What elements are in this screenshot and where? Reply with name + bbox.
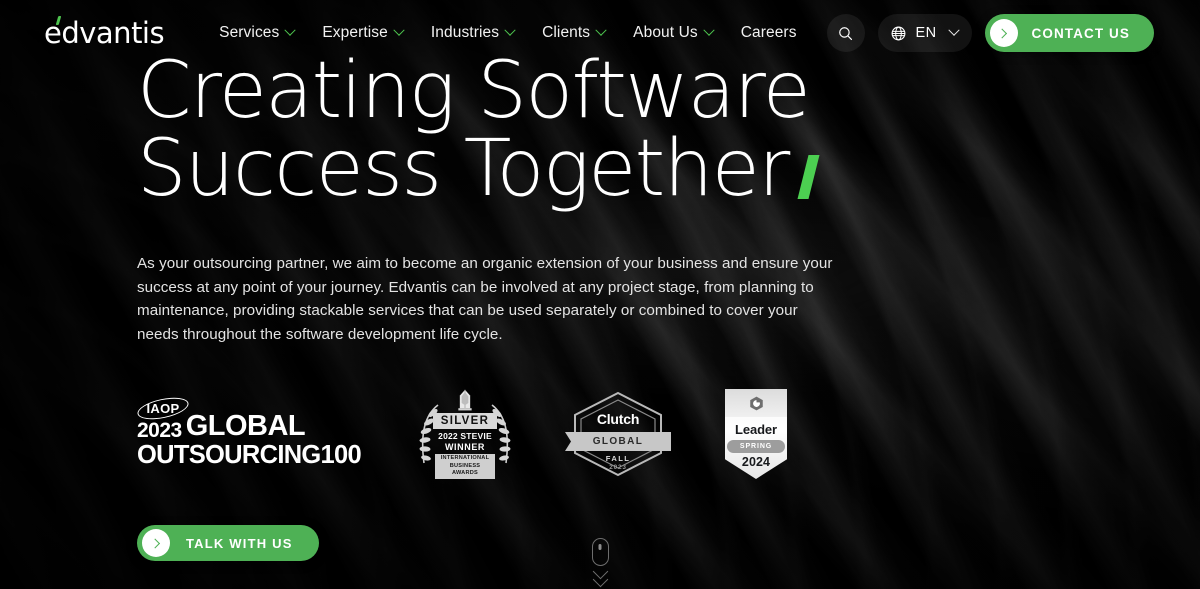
nav-label: Careers [740, 24, 797, 41]
badge-g2-leader: Leader SPRING 2024 [725, 389, 787, 479]
page-title: Creating Software Success Together [137, 52, 1200, 208]
g2-logo-icon [749, 396, 763, 410]
chevron-down-icon [504, 24, 516, 36]
hero-section: edvantis Services Expertise Industries C… [0, 0, 1200, 589]
badge-clutch-global: Clutch GLOBAL FALL 2023 [565, 390, 671, 478]
headline-line-2: Success Together [137, 124, 790, 214]
trophy-icon [458, 389, 472, 411]
chevron-down-icon [284, 24, 297, 36]
stevie-year: 2022 STEVIE [438, 431, 492, 442]
g2-season-label: SPRING [739, 443, 773, 450]
header-actions: EN CONTACT US [826, 14, 1154, 52]
language-code: EN [915, 25, 937, 41]
iaop-ellipse-icon: IAOP [137, 399, 189, 418]
clutch-ribbon-label: GLOBAL [592, 436, 644, 447]
iaop-line1: GLOBAL [185, 410, 306, 443]
nav-item-services[interactable]: Services [219, 24, 297, 42]
hero-content: Creating Software Success Together As yo… [0, 52, 1200, 480]
nav-label: Services [219, 24, 280, 41]
arrow-right-icon [142, 529, 170, 557]
badge-stevie-award: SILVER 2022 STEVIE WINNER INTERNATIONAL … [419, 389, 511, 479]
headline-line-2-wrapper: Success Together [137, 130, 1200, 208]
chevron-down-icon [595, 24, 607, 36]
clutch-season: FALL [605, 454, 631, 463]
mouse-scroll-icon [591, 538, 609, 566]
logo-text: edvantis [44, 15, 165, 50]
iaop-year: 2023 [137, 419, 182, 443]
g2-year: 2024 [741, 455, 771, 469]
main-navigation: Services Expertise Industries Clients Ab… [219, 24, 796, 42]
nav-item-careers[interactable]: Careers [741, 24, 797, 42]
talk-with-us-label: TALK WITH US [186, 535, 293, 551]
stevie-level: SILVER [432, 413, 498, 430]
chevron-down-icon [703, 24, 715, 36]
nav-item-about-us[interactable]: About Us [633, 24, 715, 42]
g2-header [725, 389, 787, 417]
site-header: edvantis Services Expertise Industries C… [0, 0, 1200, 66]
hero-paragraph: As your outsourcing partner, we aim to b… [137, 255, 833, 343]
stevie-org: INTERNATIONAL BUSINESS AWARDS [435, 454, 495, 479]
iaop-org: IAOP [146, 401, 180, 417]
nav-label: Clients [542, 24, 591, 41]
nav-item-clients[interactable]: Clients [542, 24, 607, 42]
g2-rank: Leader [734, 422, 778, 437]
language-selector[interactable]: EN [877, 14, 972, 52]
slash-accent-icon [797, 155, 820, 199]
scroll-down-indicator[interactable] [584, 538, 616, 588]
search-icon [839, 26, 853, 40]
contact-us-button[interactable]: CONTACT US [984, 14, 1154, 52]
search-button[interactable] [826, 14, 865, 52]
nav-item-expertise[interactable]: Expertise [322, 24, 405, 42]
award-badges: IAOP 2023 GLOBAL OUTSOURCING100 SILVER 2… [137, 388, 1200, 480]
nav-label: About Us [633, 24, 698, 41]
stevie-status: WINNER [444, 441, 486, 452]
iaop-line2: OUTSOURCING100 [137, 441, 362, 470]
iaop-mark: IAOP [137, 399, 189, 418]
hero-bottom-bar: TALK WITH US [0, 479, 1200, 589]
laurel-left-icon [419, 404, 439, 464]
scroll-chevrons [592, 563, 608, 588]
arrow-right-icon [989, 19, 1018, 47]
contact-us-label: CONTACT US [1031, 25, 1130, 41]
globe-icon [891, 26, 905, 40]
clutch-year: 2023 [609, 464, 627, 471]
nav-label: Industries [430, 24, 500, 41]
g2-season-band: SPRING [727, 440, 785, 453]
chevron-down-icon [947, 24, 960, 36]
clutch-ribbon: GLOBAL [565, 432, 671, 451]
clutch-brand: Clutch [596, 411, 640, 427]
talk-with-us-wrapper: TALK WITH US [137, 525, 319, 561]
badge-iaop-global-outsourcing: IAOP 2023 GLOBAL OUTSOURCING100 [137, 399, 362, 470]
talk-with-us-button[interactable]: TALK WITH US [137, 525, 319, 561]
laurel-right-icon [491, 404, 511, 464]
chevron-down-icon [393, 24, 405, 36]
logo[interactable]: edvantis [44, 15, 165, 50]
nav-label: Expertise [322, 24, 388, 41]
nav-item-industries[interactable]: Industries [430, 24, 516, 42]
